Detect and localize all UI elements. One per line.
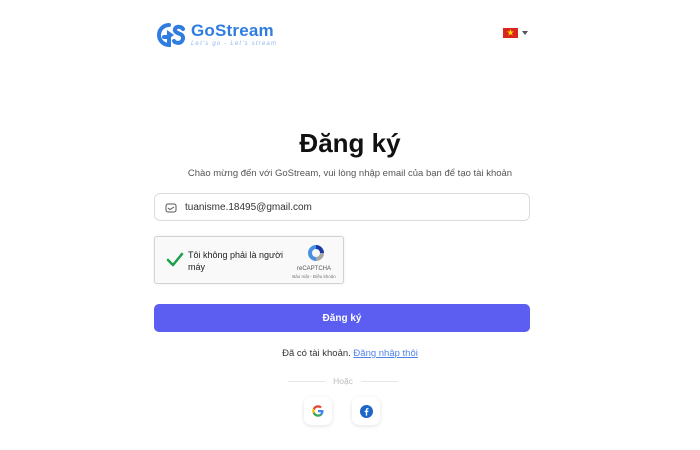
recaptcha-links[interactable]: Bảo mật - Điều khoản (288, 274, 340, 279)
recaptcha-widget: Tôi không phải là người máy reCAPTCHA Bả… (154, 236, 344, 284)
divider: Hoặc (288, 375, 398, 387)
login-link[interactable]: Đăng nhập thôi (353, 348, 417, 359)
recaptcha-checkbox[interactable] (165, 250, 185, 275)
divider-line (288, 380, 326, 382)
chevron-down-icon (522, 31, 528, 35)
logo: GoStream Let's go - Let's stream (155, 20, 277, 50)
mail-icon (165, 201, 177, 213)
recaptcha-logo-icon (306, 243, 326, 268)
language-selector[interactable] (503, 28, 528, 38)
checkmark-icon (166, 252, 184, 267)
vietnam-flag-icon (503, 28, 518, 38)
email-input[interactable] (185, 201, 515, 213)
login-prompt: Đã có tài khoản. Đăng nhập thôi (0, 348, 700, 359)
logo-icon (155, 21, 187, 49)
google-login-button[interactable] (304, 397, 332, 425)
google-icon (312, 405, 324, 417)
logo-name: GoStream (191, 21, 274, 40)
logo-tagline: Let's go - Let's stream (191, 41, 278, 47)
recaptcha-brand: reCAPTCHA (296, 266, 331, 272)
facebook-icon (359, 404, 373, 418)
email-field[interactable] (154, 193, 530, 221)
divider-text: Hoặc (333, 376, 353, 386)
recaptcha-label: Tôi không phải là người máy (188, 250, 283, 272)
register-button[interactable]: Đăng ký (154, 304, 530, 332)
login-prompt-text: Đã có tài khoản. (282, 348, 351, 359)
page-subtitle: Chào mừng đến với GoStream, vui lòng nhậ… (187, 168, 513, 179)
facebook-login-button[interactable] (352, 397, 380, 425)
divider-line (360, 380, 398, 382)
page-title: Đăng ký (299, 128, 401, 158)
